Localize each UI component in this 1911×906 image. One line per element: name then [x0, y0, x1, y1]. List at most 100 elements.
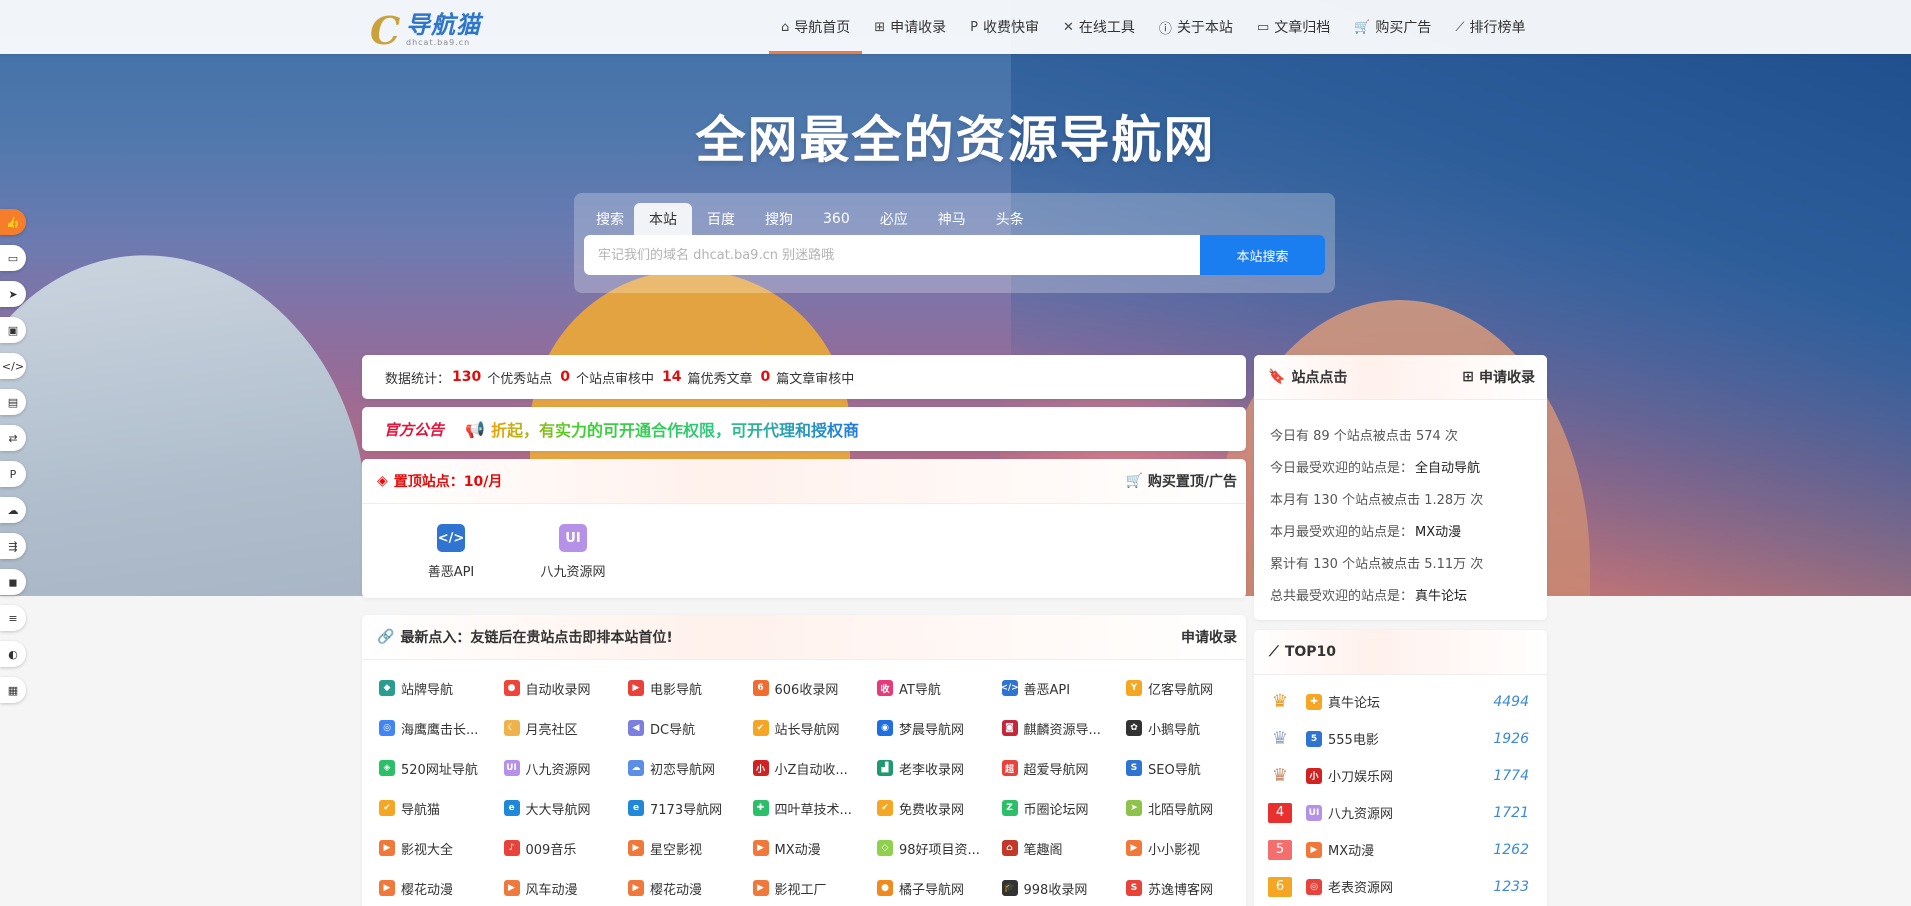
buy-pinned-link[interactable]: 🛒 购买置顶/广告 — [1125, 471, 1237, 491]
document-icon[interactable]: ▦ — [0, 677, 26, 703]
site-link[interactable]: ▶ 星空影视 — [628, 828, 753, 868]
top10-row[interactable]: ♛ ✚ 真牛论坛 4494 — [1268, 683, 1547, 720]
popular-site-link[interactable]: 全自动导航 — [1415, 457, 1480, 476]
site-logo[interactable]: C 导航猫 dhcat.ba9.cn — [370, 6, 481, 50]
site-link[interactable]: ♪ 009音乐 — [503, 828, 629, 868]
apply-link[interactable]: 申请收录 — [1181, 627, 1237, 647]
site-link[interactable]: ✿ 小鹅导航 — [1126, 708, 1251, 748]
site-link[interactable]: 🎓 998收录网 — [1001, 868, 1127, 906]
nav-item-1[interactable]: ⊞ 申请收录 — [862, 0, 958, 54]
site-link[interactable]: ☁ 初恋导航网 — [628, 748, 753, 788]
paypal-icon[interactable]: P — [0, 461, 26, 487]
site-link[interactable]: ◆ 站牌导航 — [379, 668, 504, 708]
popular-site-link[interactable]: 真牛论坛 — [1415, 585, 1467, 604]
top10-click-count: 1262 — [1493, 841, 1529, 858]
site-link[interactable]: ▟ 老李收录网 — [877, 748, 1002, 788]
search-tab-4[interactable]: 必应 — [865, 203, 923, 235]
site-icon: ➤ — [1126, 800, 1142, 816]
site-link[interactable]: 超超爱导航网 — [1001, 748, 1127, 788]
site-link[interactable]: </> 善恶API — [1001, 668, 1127, 708]
site-link[interactable]: ▶ 影视工厂 — [752, 868, 878, 906]
site-link[interactable]: ● 橘子导航网 — [877, 868, 1002, 906]
site-link[interactable]: UI 八九资源网 — [503, 748, 629, 788]
site-link[interactable]: ◀ DC导航 — [628, 708, 753, 748]
popular-site-link[interactable]: MX动漫 — [1415, 521, 1461, 540]
site-link[interactable]: ▶ 风车动漫 — [503, 868, 629, 906]
top10-row[interactable]: ♛ 小小刀娱乐网 1774 — [1268, 757, 1547, 794]
nav-item-6[interactable]: 🛒 购买广告 — [1342, 0, 1443, 54]
site-icon: ☾ — [503, 720, 520, 736]
top10-card: ⟋ TOP10 ♛ ✚ 真牛论坛 4494 ♛ 5 555电影 1926 ♛ 小小刀娱乐网 1774 4… — [1254, 630, 1547, 906]
site-link[interactable]: ◙ 麒麟资源导... — [1001, 708, 1127, 748]
site-link[interactable]: ⌂ 笔趣阁 — [1001, 828, 1127, 868]
top10-click-count: 1233 — [1493, 878, 1529, 895]
site-link[interactable]: Y 亿客导航网 — [1126, 668, 1251, 708]
search-tab-3[interactable]: 360 — [808, 203, 865, 235]
pinned-site[interactable]: </> 善恶API — [390, 524, 512, 580]
site-link[interactable]: 小小Z自动收... — [752, 748, 878, 788]
paper-plane-icon[interactable]: ➤ — [0, 281, 26, 307]
nav-item-4[interactable]: ⓘ 关于本站 — [1147, 0, 1245, 54]
home-icon: ⌂ — [781, 19, 790, 35]
site-link[interactable]: ▶ 小小影视 — [1126, 828, 1251, 868]
nav-item-label: 排行榜单 — [1469, 20, 1526, 36]
site-icon: ⌂ — [1001, 840, 1018, 856]
site-link[interactable]: ☾ 月亮社区 — [503, 708, 629, 748]
site-link[interactable]: ▶ MX动漫 — [752, 828, 878, 868]
site-link[interactable]: ● 自动收录网 — [503, 668, 629, 708]
pinned-site[interactable]: UI 八九资源网 — [512, 524, 634, 580]
site-link[interactable]: ✔ 导航猫 — [379, 788, 504, 828]
search-input[interactable] — [584, 235, 1200, 275]
search-tab-6[interactable]: 头条 — [981, 203, 1039, 235]
site-link[interactable]: e 大大导航网 — [503, 788, 629, 828]
nav-item-label: 购买广告 — [1375, 20, 1432, 36]
search-tab-0[interactable]: 本站 — [634, 203, 692, 235]
thumbs-up-icon[interactable]: 👍 — [0, 209, 26, 235]
site-link[interactable]: ▶ 樱花动漫 — [379, 868, 504, 906]
site-link[interactable]: ◇ 98好项目资... — [877, 828, 1002, 868]
top10-row[interactable]: 4 UI 八九资源网 1721 — [1268, 794, 1547, 831]
site-link[interactable]: ✔ 免费收录网 — [877, 788, 1002, 828]
site-link[interactable]: ✔ 站长导航网 — [752, 708, 878, 748]
site-link[interactable]: S 苏逸博客网 — [1126, 868, 1251, 906]
top10-row[interactable]: 6 ◎ 老表资源网 1233 — [1268, 868, 1547, 905]
server-icon[interactable]: ≡ — [0, 605, 26, 631]
code-icon[interactable]: </> — [0, 353, 26, 379]
shopping-bag-icon[interactable]: ◼ — [0, 569, 26, 595]
nav-item-label: 关于本站 — [1176, 20, 1233, 36]
site-link[interactable]: ▶ 樱花动漫 — [628, 868, 753, 906]
announcement-text[interactable]: 折起，有实力的可开通合作权限，可开代理和授权商 — [491, 417, 859, 441]
laptop-icon[interactable]: ▭ — [0, 245, 26, 271]
nav-item-2[interactable]: P 收费快审 — [958, 0, 1051, 54]
edge-icon[interactable]: ◐ — [0, 641, 26, 667]
site-link[interactable]: e 7173导航网 — [628, 788, 753, 828]
images-icon[interactable]: ▣ — [0, 317, 26, 343]
usb-icon[interactable]: ⇶ — [0, 533, 26, 559]
search-tab-1[interactable]: 百度 — [692, 203, 750, 235]
nav-item-0[interactable]: ⌂ 导航首页 — [769, 0, 863, 54]
search-tab-5[interactable]: 神马 — [923, 203, 981, 235]
site-link[interactable]: ➤ 北陌导航网 — [1126, 788, 1251, 828]
site-link[interactable]: S SEO导航 — [1126, 748, 1251, 788]
site-link[interactable]: ◎ 海鹰鹰击长... — [379, 708, 504, 748]
apply-link-side[interactable]: ⊞ 申请收录 — [1462, 367, 1535, 387]
site-link[interactable]: Z 币圈论坛网 — [1001, 788, 1127, 828]
site-link-name: 麒麟资源导... — [1023, 722, 1101, 738]
book-icon[interactable]: ▤ — [0, 389, 26, 415]
site-link[interactable]: ◉ 梦晨导航网 — [877, 708, 1002, 748]
search-tab-2[interactable]: 搜狗 — [750, 203, 808, 235]
search-button[interactable]: 本站搜索 — [1200, 235, 1325, 275]
site-link[interactable]: ▶ 电影导航 — [628, 668, 753, 708]
top10-row[interactable]: 5 ▶ MX动漫 1262 — [1268, 831, 1547, 868]
site-link[interactable]: ▶ 影视大全 — [379, 828, 504, 868]
site-link[interactable]: 收 AT导航 — [877, 668, 1002, 708]
nav-item-7[interactable]: ⟋ 排行榜单 — [1443, 0, 1537, 54]
nav-item-3[interactable]: ✕ 在线工具 — [1051, 0, 1147, 54]
site-link[interactable]: ◈ 520网址导航 — [379, 748, 504, 788]
top10-row[interactable]: ♛ 5 555电影 1926 — [1268, 720, 1547, 757]
nav-item-5[interactable]: ▭ 文章归档 — [1245, 0, 1342, 54]
cloud-download-icon[interactable]: ☁ — [0, 497, 26, 523]
site-link[interactable]: ✚ 四叶草技术... — [752, 788, 878, 828]
site-link[interactable]: 6 606收录网 — [752, 668, 878, 708]
exchange-icon[interactable]: ⇄ — [0, 425, 26, 451]
